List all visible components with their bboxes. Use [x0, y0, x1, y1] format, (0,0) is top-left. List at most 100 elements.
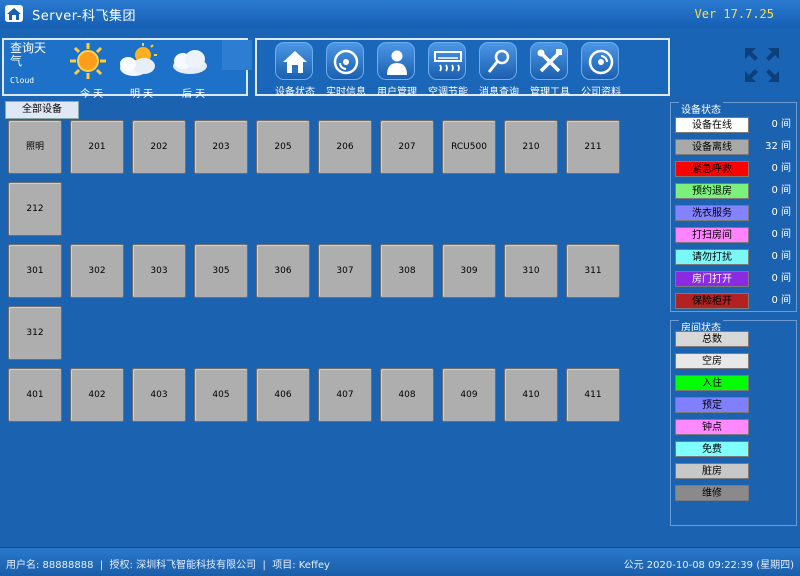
status-row[interactable]: 请勿打扰 0 间	[675, 249, 795, 265]
status-count: 0 间	[771, 207, 791, 218]
status-chip-online: 设备在线	[675, 117, 749, 133]
room-tile[interactable]: 411	[566, 368, 620, 422]
room-tile[interactable]: 308	[380, 244, 434, 298]
room-tile[interactable]: 202	[132, 120, 186, 174]
room-legend-hourly[interactable]: 钟点	[675, 419, 749, 435]
room-tile[interactable]: 301	[8, 244, 62, 298]
status-datetime: 公元 2020-10-08 09:22:39 (星期四)	[623, 560, 794, 571]
weather-label: 查询天气	[10, 41, 47, 68]
status-chip-laundry: 洗衣服务	[675, 205, 749, 221]
room-tile[interactable]: 312	[8, 306, 62, 360]
aircon-icon	[428, 42, 466, 80]
status-row[interactable]: 预约退房 0 间	[675, 183, 795, 199]
nav-message-query-button[interactable]: 消息查询	[467, 40, 519, 98]
title-bar: Server-科飞集团 Ver 17.7.25	[0, 0, 800, 29]
device-status-group: 设备状态 设备在线 0 间 设备离线 32 间 紧急呼救 0 间 预约退房 0 …	[670, 101, 797, 312]
home-icon	[275, 42, 313, 80]
room-tile[interactable]: 207	[380, 120, 434, 174]
room-tile[interactable]: RCU500	[442, 120, 496, 174]
disc-icon	[326, 42, 364, 80]
room-tile[interactable]: 206	[318, 120, 372, 174]
status-separator: |	[99, 560, 104, 571]
status-row[interactable]: 打扫房间 0 间	[675, 227, 795, 243]
status-chip-offline: 设备离线	[675, 139, 749, 155]
room-tile[interactable]: 311	[566, 244, 620, 298]
house-logo-icon	[5, 5, 23, 22]
status-row[interactable]: 洗衣服务 0 间	[675, 205, 795, 221]
room-tile[interactable]: 211	[566, 120, 620, 174]
device-status-title: 设备状态	[679, 101, 723, 116]
status-chip-cleaning: 打扫房间	[675, 227, 749, 243]
user-icon	[377, 42, 415, 80]
nav-realtime-info-button[interactable]: 实时信息	[314, 40, 366, 98]
magnifier-icon	[479, 42, 517, 80]
nav-label: 公司资料	[581, 87, 621, 98]
status-row[interactable]: 设备离线 32 间	[675, 139, 795, 155]
room-tile[interactable]: 407	[318, 368, 372, 422]
toolbar-divider	[222, 40, 252, 70]
fullscreen-expand-icon[interactable]	[742, 45, 782, 85]
room-tile[interactable]: 406	[256, 368, 310, 422]
status-count: 32 间	[765, 141, 791, 152]
status-row[interactable]: 保险柜开 0 间	[675, 293, 795, 309]
status-count: 0 间	[771, 229, 791, 240]
room-tile[interactable]: 402	[70, 368, 124, 422]
company-disc-icon	[581, 42, 619, 80]
room-tile[interactable]: 403	[132, 368, 186, 422]
room-tile[interactable]: 210	[504, 120, 558, 174]
status-row[interactable]: 房门打开 0 间	[675, 271, 795, 287]
room-status-group: 房间状态 总数 空房 入住 预定 钟点 免费 脏房 维修	[670, 319, 797, 526]
room-tile[interactable]: 401	[8, 368, 62, 422]
room-tile[interactable]: 309	[442, 244, 496, 298]
room-legend-total[interactable]: 总数	[675, 331, 749, 347]
room-tile[interactable]: 305	[194, 244, 248, 298]
status-bar: 用户名: 88888888 | 授权: 深圳科飞智能科技有限公司 | 项目: K…	[0, 547, 800, 576]
status-count: 0 间	[771, 251, 791, 262]
nav-admin-tools-button[interactable]: 管理工具	[518, 40, 570, 98]
nav-aircon-saving-button[interactable]: 空调节能	[416, 40, 468, 98]
room-tile[interactable]: 310	[504, 244, 558, 298]
nav-device-status-button[interactable]: 设备状态	[263, 40, 315, 98]
nav-company-info-button[interactable]: 公司资料	[569, 40, 621, 98]
room-legend-vacant[interactable]: 空房	[675, 353, 749, 369]
weather-day-tomorrow: 明 天	[130, 89, 154, 100]
room-tile[interactable]: 205	[256, 120, 310, 174]
room-legend-reserved[interactable]: 预定	[675, 397, 749, 413]
room-legend-dirty[interactable]: 脏房	[675, 463, 749, 479]
version-label: Ver 17.7.25	[694, 7, 774, 21]
room-tile[interactable]: 302	[70, 244, 124, 298]
status-project: 项目: Keffey	[272, 560, 330, 571]
weather-condition: Cloud	[10, 76, 35, 85]
room-tile[interactable]: 照明	[8, 120, 62, 174]
weather-widget[interactable]: 查询天气 Cloud 今 天 明 天 后 天	[2, 38, 248, 100]
room-grid: 照明 201 202 203 205 206 207 RCU500 210 21…	[0, 117, 668, 547]
room-tile[interactable]: 410	[504, 368, 558, 422]
room-tile[interactable]: 408	[380, 368, 434, 422]
status-chip-dnd: 请勿打扰	[675, 249, 749, 265]
room-tile[interactable]: 203	[194, 120, 248, 174]
sun-cloud-icon	[116, 42, 160, 84]
room-legend-maintenance[interactable]: 维修	[675, 485, 749, 501]
app-title: Server-科飞集团	[32, 9, 136, 24]
status-count: 0 间	[771, 295, 791, 306]
room-tile[interactable]: 307	[318, 244, 372, 298]
room-legend-occupied[interactable]: 入住	[675, 375, 749, 391]
status-row[interactable]: 紧急呼救 0 间	[675, 161, 795, 177]
status-row[interactable]: 设备在线 0 间	[675, 117, 795, 133]
status-chip-door-open: 房门打开	[675, 271, 749, 287]
status-count: 0 间	[771, 273, 791, 284]
nav-user-management-button[interactable]: 用户管理	[365, 40, 417, 98]
status-count: 0 间	[771, 119, 791, 130]
status-bar-info: 用户名: 88888888 | 授权: 深圳科飞智能科技有限公司 | 项目: K…	[6, 556, 330, 571]
room-tile[interactable]: 405	[194, 368, 248, 422]
sun-icon	[68, 42, 108, 84]
room-tile[interactable]: 409	[442, 368, 496, 422]
room-tile[interactable]: 303	[132, 244, 186, 298]
room-legend-free[interactable]: 免费	[675, 441, 749, 457]
status-chip-checkout: 预约退房	[675, 183, 749, 199]
room-tile[interactable]: 306	[256, 244, 310, 298]
room-tile[interactable]: 201	[70, 120, 124, 174]
status-user: 用户名: 88888888	[6, 560, 94, 571]
tools-icon	[530, 42, 568, 80]
room-tile[interactable]: 212	[8, 182, 62, 236]
